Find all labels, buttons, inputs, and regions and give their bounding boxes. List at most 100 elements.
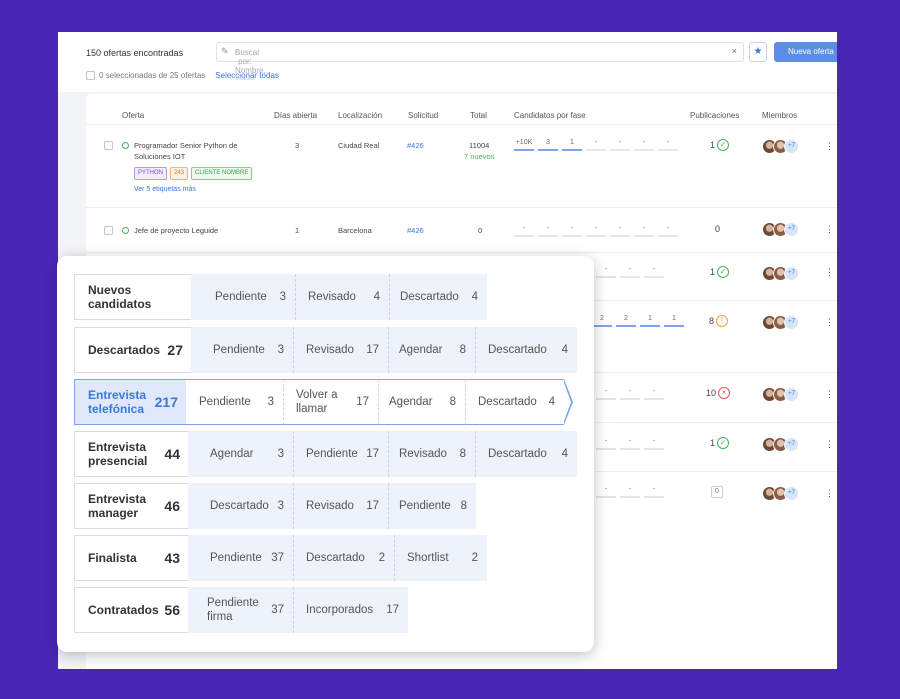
pipeline-row-active[interactable]: Entrevista telefónica 217 Pendiente 3 Vol… xyxy=(74,379,573,425)
row-menu-icon[interactable]: ⋮ xyxy=(825,439,834,450)
substage[interactable]: Pendiente firma 37 xyxy=(188,587,294,633)
request-link[interactable]: #426 xyxy=(407,226,424,235)
col-solicitud[interactable]: Solicitud xyxy=(408,111,438,120)
substage[interactable]: Descartado 3 xyxy=(188,483,294,529)
members[interactable]: +7 xyxy=(762,486,799,501)
phase-cell[interactable]: - xyxy=(658,225,678,237)
stage-entrevista-manager[interactable]: Entrevista manager 46 xyxy=(74,483,199,529)
substage[interactable]: Pendiente 37 xyxy=(188,535,294,581)
phase-cell[interactable]: - xyxy=(644,388,664,400)
substage[interactable]: Pendiente 3 xyxy=(186,379,284,425)
request-link[interactable]: #426 xyxy=(407,141,424,150)
more-tags-link[interactable]: Ver 5 etiquetas más xyxy=(134,184,255,195)
col-localizacion[interactable]: Localización xyxy=(338,111,382,120)
pipeline-row[interactable]: Contratados 56 Pendiente firma 37 Incorpo… xyxy=(74,587,408,633)
col-dias[interactable]: Días abierta xyxy=(274,111,317,120)
substage[interactable]: Incorporados 17 xyxy=(294,587,408,633)
phase-cell[interactable]: 3 xyxy=(538,139,558,151)
substage[interactable]: Descartado 2 xyxy=(294,535,395,581)
substage[interactable]: Revisado 4 xyxy=(296,274,390,320)
table-row[interactable]: Jefe de proyecto Leguide 1 Barcelona #42… xyxy=(86,207,837,252)
substage[interactable]: Agendar 8 xyxy=(389,327,476,373)
substage[interactable]: Revisado 17 xyxy=(294,483,389,529)
phase-cell[interactable]: 1 xyxy=(562,139,582,151)
phase-cell[interactable]: - xyxy=(644,438,664,450)
phase-cell[interactable]: - xyxy=(562,225,582,237)
phase-cell[interactable]: - xyxy=(644,486,664,498)
pipeline-row[interactable]: Nuevos candidatos Pendiente 3 Revisado 4 D… xyxy=(74,274,487,320)
phase-cell[interactable]: - xyxy=(514,225,534,237)
substage[interactable]: Pendiente 3 xyxy=(191,327,294,373)
pipeline-row[interactable]: Descartados 27 Pendiente 3 Revisado 17 Age… xyxy=(74,327,577,373)
publications[interactable]: 10 × xyxy=(706,387,731,399)
members[interactable]: +7 xyxy=(762,139,799,154)
phase-cell[interactable]: 1 xyxy=(640,315,660,327)
substage[interactable]: Descartado 4 xyxy=(476,327,577,373)
members[interactable]: +7 xyxy=(762,387,799,402)
substage[interactable]: Descartado 4 xyxy=(466,379,564,425)
stage-contratados[interactable]: Contratados 56 xyxy=(74,587,199,633)
publications[interactable]: 0 xyxy=(711,486,723,498)
members[interactable]: +7 xyxy=(762,315,799,330)
phase-cell[interactable]: - xyxy=(620,266,640,278)
phase-cell[interactable]: - xyxy=(620,486,640,498)
substage[interactable]: Revisado 8 xyxy=(389,431,476,477)
phase-cell[interactable]: - xyxy=(658,139,678,151)
row-checkbox[interactable] xyxy=(104,141,113,150)
pipeline-row[interactable]: Finalista 43 Pendiente 37 Descartado 2 Sho… xyxy=(74,535,487,581)
phase-cell[interactable]: - xyxy=(620,388,640,400)
row-menu-icon[interactable]: ⋮ xyxy=(825,389,834,400)
select-checkbox[interactable] xyxy=(86,71,95,80)
row-menu-icon[interactable]: ⋮ xyxy=(825,224,834,235)
substage[interactable]: Agendar 3 xyxy=(188,431,294,477)
phase-cell[interactable]: - xyxy=(596,388,616,400)
phase-cell[interactable]: - xyxy=(610,225,630,237)
search-input[interactable]: ✎ Buscar por: Nombre... × xyxy=(216,42,744,80)
substage[interactable]: Descartado 4 xyxy=(390,274,487,320)
row-menu-icon[interactable]: ⋮ xyxy=(825,317,834,328)
phase-cell[interactable]: 2 xyxy=(616,315,636,327)
substage[interactable]: Shortlist 2 xyxy=(395,535,487,581)
favorite-star-icon[interactable]: ★ xyxy=(749,42,767,62)
phase-cell[interactable]: 2 xyxy=(592,315,612,327)
phase-cell[interactable]: - xyxy=(596,438,616,450)
substage[interactable]: Agendar 8 xyxy=(379,379,466,425)
stage-descartados[interactable]: Descartados 27 xyxy=(74,327,202,373)
phase-cell[interactable]: - xyxy=(610,139,630,151)
col-publicaciones[interactable]: Publicaciones xyxy=(690,111,739,120)
offer-title[interactable]: Programador Senior Python de Soluciones … xyxy=(134,140,255,195)
phase-cell[interactable]: +10K xyxy=(514,139,534,151)
publications[interactable]: 1 ✓ xyxy=(710,266,730,278)
phase-cell[interactable]: - xyxy=(586,139,606,151)
clear-search-icon[interactable]: × xyxy=(732,46,737,56)
col-total[interactable]: Total xyxy=(470,111,487,120)
stage-entrevista-presencial[interactable]: Entrevista presencial 44 xyxy=(74,431,199,477)
offer-title[interactable]: Jefe de proyecto Leguide xyxy=(134,225,218,236)
substage[interactable]: Volver a llamar 17 xyxy=(284,379,379,425)
phase-cell[interactable]: - xyxy=(634,139,654,151)
row-checkbox[interactable] xyxy=(104,226,113,235)
new-offer-button[interactable]: Nueva oferta xyxy=(774,42,837,62)
publications[interactable]: 1 ✓ xyxy=(710,437,730,449)
substage[interactable]: Descartado 4 xyxy=(476,431,577,477)
stage-nuevos[interactable]: Nuevos candidatos xyxy=(74,274,202,320)
members[interactable]: +7 xyxy=(762,437,799,452)
table-row[interactable]: Programador Senior Python de Soluciones … xyxy=(86,124,837,207)
substage[interactable]: Pendiente 8 xyxy=(389,483,476,529)
members[interactable]: +7 xyxy=(762,222,799,237)
row-menu-icon[interactable]: ⋮ xyxy=(825,267,834,278)
stage-finalista[interactable]: Finalista 43 xyxy=(74,535,199,581)
publications[interactable]: 0 xyxy=(715,224,720,234)
phase-cell[interactable]: - xyxy=(596,266,616,278)
substage[interactable]: Pendiente 17 xyxy=(294,431,389,477)
phase-cell[interactable]: - xyxy=(586,225,606,237)
stage-entrevista-telefonica[interactable]: Entrevista telefónica 217 xyxy=(74,379,197,425)
select-all-link[interactable]: Seleccionar todas xyxy=(215,71,279,80)
phase-cell[interactable]: - xyxy=(620,438,640,450)
phase-cell[interactable]: - xyxy=(538,225,558,237)
pipeline-row[interactable]: Entrevista manager 46 Descartado 3 Revisa… xyxy=(74,483,476,529)
pipeline-row[interactable]: Entrevista presencial 44 Agendar 3 Pendie… xyxy=(74,431,577,477)
substage[interactable]: Pendiente 3 xyxy=(191,274,296,320)
phase-cell[interactable]: - xyxy=(644,266,664,278)
col-miembros[interactable]: Miembros xyxy=(762,111,797,120)
